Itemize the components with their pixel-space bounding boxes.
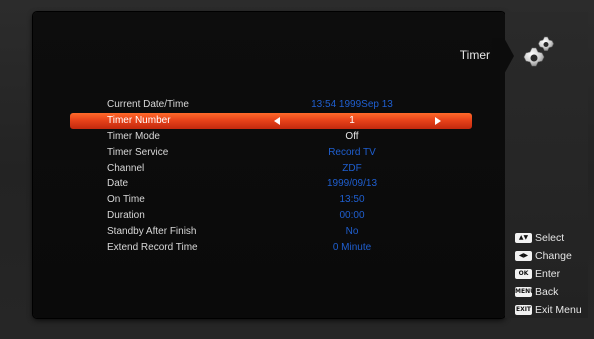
row-label: Date <box>107 178 129 190</box>
help-enter: OK Enter <box>515 265 593 283</box>
help-exit-menu: EXIT Exit Menu <box>515 301 593 319</box>
key-help-legend: ▲▼ Select ◀▶ Change OK Enter MENUBack EXIT E… <box>515 229 593 319</box>
menu-row-timer-service[interactable]: Timer Service Record TV <box>70 145 472 161</box>
menu-row-extend-record-time[interactable]: Extend Record Time 0 Minute <box>70 240 472 256</box>
row-value: 13:54 1999Sep 13 <box>311 99 393 110</box>
row-value: 13:50 <box>339 194 365 206</box>
gear-icon <box>523 36 554 67</box>
help-select: ▲▼ Select <box>515 229 593 247</box>
exit-key-icon: EXIT <box>515 305 532 316</box>
row-label: Timer Number <box>107 114 171 126</box>
row-value: Off <box>345 130 359 142</box>
menu-row-duration[interactable]: Duration 00:00 <box>70 208 472 224</box>
row-value: 00:00 <box>339 210 365 222</box>
help-back: MENUBack <box>515 283 593 301</box>
row-label: Extend Record Time <box>107 242 198 254</box>
help-label: Enter <box>535 268 561 281</box>
menu-row-standby-after-finish[interactable]: Standby After Finish No <box>70 224 472 240</box>
up-down-key-icon: ▲▼ <box>515 233 532 244</box>
help-label: Change <box>535 250 572 263</box>
row-label: Duration <box>107 210 145 222</box>
menu-row-channel[interactable]: Channel ZDF <box>70 161 472 177</box>
help-change: ◀▶ Change <box>515 247 593 265</box>
row-label: Timer Mode <box>107 130 160 142</box>
left-right-key-icon: ◀▶ <box>515 251 532 262</box>
help-label: Select <box>535 232 565 245</box>
help-label: Back <box>535 286 559 299</box>
arrow-right-icon[interactable] <box>435 116 441 125</box>
page-title: Timer <box>459 48 490 62</box>
menu-row-date[interactable]: Date 1999/09/13 <box>70 176 472 192</box>
row-value: 1999/09/13 <box>326 178 378 190</box>
menu-row-timer-number[interactable]: Timer Number 1 <box>70 112 472 129</box>
menu-row-current-date-time: Current Date/Time 13:54 1999Sep 13 <box>70 97 472 113</box>
help-label: Exit Menu <box>535 304 582 317</box>
row-label: On Time <box>107 194 145 206</box>
timer-menu: Current Date/Time 13:54 1999Sep 13 Timer… <box>70 97 472 256</box>
menu-row-on-time[interactable]: On Time 13:50 <box>70 192 472 208</box>
arrow-left-icon[interactable] <box>274 116 280 125</box>
ok-key-icon: OK <box>515 269 532 280</box>
row-label: Standby After Finish <box>107 226 197 238</box>
row-value: No <box>345 226 359 238</box>
row-label: Timer Service <box>107 146 169 158</box>
row-value: ZDF <box>342 162 362 174</box>
row-label: Current Date/Time <box>107 99 189 110</box>
row-value: Record TV <box>328 146 376 158</box>
row-label: Channel <box>107 162 145 174</box>
row-value: 1 <box>349 114 355 126</box>
menu-key-icon: MENU <box>515 287 535 298</box>
row-value: 0 Minute <box>332 242 372 254</box>
menu-row-timer-mode[interactable]: Timer Mode Off <box>70 129 472 145</box>
